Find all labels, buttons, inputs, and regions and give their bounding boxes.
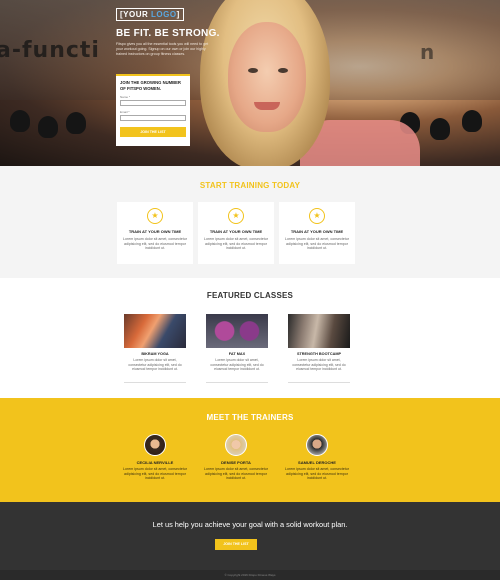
class-card[interactable]: STRENGTH BOOTCAMP Lorem ipsum dolor sit … <box>288 314 350 380</box>
featured-classes-section: FEATURED CLASSES BIKRAM YOGA Lorem ipsum… <box>0 278 500 398</box>
trainer-text: Lorem ipsum dolor sit amet, consectetur … <box>123 467 187 481</box>
site-logo[interactable]: [YOUR LOGO] <box>116 8 184 21</box>
class-name: STRENGTH BOOTCAMP <box>296 352 342 356</box>
featured-title: FEATURED CLASSES <box>206 291 294 300</box>
training-card-text: Lorem ipsum dolor sit amet, consectetur … <box>204 237 268 251</box>
trainer-name: SAMUEL DEROCHE <box>298 460 336 465</box>
kettlebell-icon <box>66 112 86 134</box>
class-photo-yoga <box>124 314 186 348</box>
join-list-button[interactable]: JOIN THE LIST <box>120 127 186 137</box>
wall-graffiti-text-right: n <box>420 40 435 64</box>
name-field[interactable] <box>120 100 186 106</box>
class-text: Lorem ipsum dolor sit amet, consectetur … <box>210 358 264 371</box>
hero-section: a-functi n [YOUR LOGO] BE FIT. BE STRONG… <box>0 0 500 166</box>
trainer-card: DENISE PORTA Lorem ipsum dolor sit amet,… <box>201 434 271 481</box>
trainer-text: Lorem ipsum dolor sit amet, consectetur … <box>204 467 268 481</box>
trainer-text: Lorem ipsum dolor sit amet, consectetur … <box>285 467 349 481</box>
logo-word-1: YOUR <box>123 10 149 19</box>
wall-graffiti-text: a-functi <box>0 38 100 63</box>
class-card[interactable]: BIKRAM YOGA Lorem ipsum dolor sit amet, … <box>124 314 186 380</box>
class-text: Lorem ipsum dolor sit amet, consectetur … <box>128 358 182 371</box>
class-card[interactable]: FAT MAX Lorem ipsum dolor sit amet, cons… <box>206 314 268 380</box>
training-card-text: Lorem ipsum dolor sit amet, consectetur … <box>123 237 187 251</box>
email-field[interactable] <box>120 115 186 121</box>
trainers-section: MEET THE TRAINERS CECILIA NERVILLE Lorem… <box>0 398 500 502</box>
logo-word-2: LOGO <box>151 10 177 19</box>
divider <box>288 382 350 383</box>
star-icon: ★ <box>147 208 163 224</box>
training-card: ★ TRAIN AT YOUR OWN TIME Lorem ipsum dol… <box>279 202 355 264</box>
training-title: START TRAINING TODAY <box>199 181 301 190</box>
trainers-title: MEET THE TRAINERS <box>206 413 294 422</box>
training-section: START TRAINING TODAY ★ TRAIN AT YOUR OWN… <box>0 166 500 278</box>
hero-description: Fitspo gives you all the essential tools… <box>116 42 209 56</box>
training-card: ★ TRAIN AT YOUR OWN TIME Lorem ipsum dol… <box>117 202 193 264</box>
trainer-card: SAMUEL DEROCHE Lorem ipsum dolor sit ame… <box>282 434 352 481</box>
avatar <box>225 434 247 456</box>
class-name: FAT MAX <box>228 352 246 356</box>
kettlebell-icon <box>38 116 58 138</box>
training-card-title: TRAIN AT YOUR OWN TIME <box>128 229 182 234</box>
kettlebell-icon <box>430 118 450 140</box>
trainer-card: CECILIA NERVILLE Lorem ipsum dolor sit a… <box>120 434 190 481</box>
class-text: Lorem ipsum dolor sit amet, consectetur … <box>292 358 346 371</box>
training-card-title: TRAIN AT YOUR OWN TIME <box>209 229 263 234</box>
class-photo-bootcamp <box>288 314 350 348</box>
hero-photo-lips <box>254 102 280 110</box>
avatar <box>306 434 328 456</box>
hero-photo-eye <box>278 68 288 73</box>
trainer-name: CECILIA NERVILLE <box>136 460 174 465</box>
email-field-label: Email * <box>120 110 130 114</box>
class-photo-fatmax <box>206 314 268 348</box>
cta-join-list-button[interactable]: JOIN THE LIST <box>215 539 257 550</box>
divider <box>124 382 186 383</box>
cta-text: Let us help you achieve your goal with a… <box>152 520 348 529</box>
name-field-label: Name * <box>120 95 131 99</box>
kettlebell-icon <box>10 110 30 132</box>
hero-photo-eye <box>248 68 258 73</box>
cta-section: Let us help you achieve your goal with a… <box>0 502 500 570</box>
training-card-title: TRAIN AT YOUR OWN TIME <box>290 229 344 234</box>
trainer-name: DENISE PORTA <box>221 460 251 465</box>
star-icon: ★ <box>228 208 244 224</box>
footer-copyright: © Copyright 2016 Fitspo Fitness Ways <box>0 570 500 580</box>
hero-photo-face <box>228 22 306 132</box>
signup-heading: JOIN THE GROWING NUMBER OF FITSPO WOMEN. <box>120 80 181 91</box>
class-name: BIKRAM YOGA <box>141 352 169 356</box>
divider <box>206 382 268 383</box>
signup-form: JOIN THE GROWING NUMBER OF FITSPO WOMEN.… <box>116 74 190 146</box>
kettlebell-icon <box>462 110 482 132</box>
training-card-text: Lorem ipsum dolor sit amet, consectetur … <box>285 237 349 251</box>
training-card: ★ TRAIN AT YOUR OWN TIME Lorem ipsum dol… <box>198 202 274 264</box>
avatar <box>144 434 166 456</box>
hero-title: BE FIT. BE STRONG. <box>116 28 220 39</box>
star-icon: ★ <box>309 208 325 224</box>
